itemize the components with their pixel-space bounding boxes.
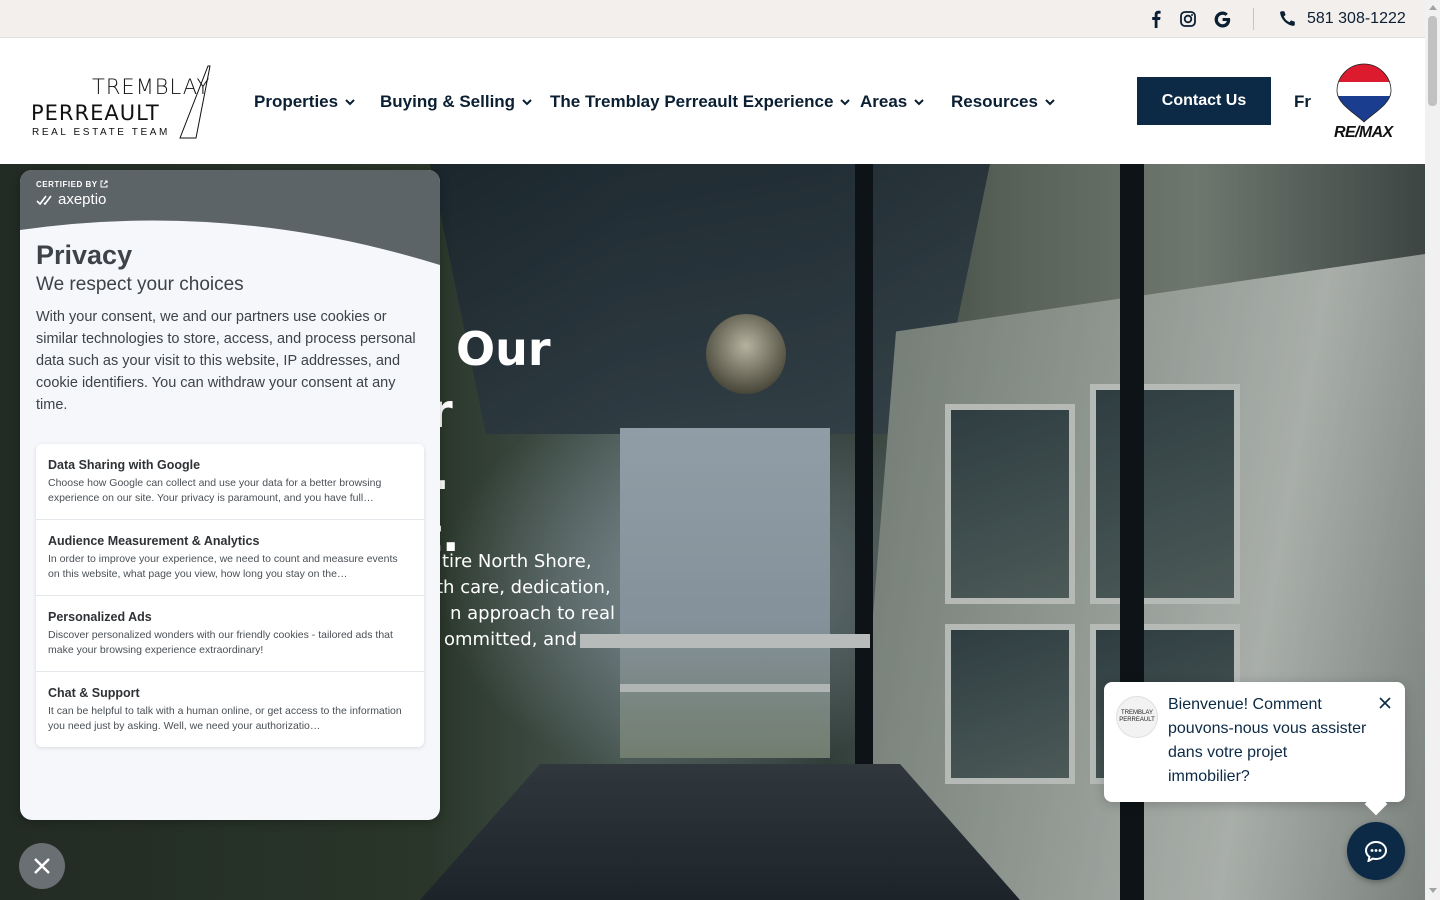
open-chat-button[interactable] [1347, 822, 1405, 880]
hero-description: tire North Shore, th care, dedication, n… [420, 549, 620, 653]
consent-choice-analytics[interactable]: Audience Measurement & Analytics In orde… [36, 520, 424, 596]
logo-line-2: PERREAULT [31, 101, 160, 125]
logo-line-3: REAL ESTATE TEAM [32, 127, 170, 138]
nav-resources[interactable]: Resources [951, 92, 1055, 112]
choice-title: Personalized Ads [48, 610, 152, 624]
hero-text-line: n approach to real [450, 603, 615, 624]
chevron-down-icon [840, 99, 851, 106]
avatar: TREMBLAY PERREAULT [1116, 696, 1158, 738]
phone-icon [1280, 11, 1295, 26]
privacy-description: With your consent, we and our partners u… [36, 309, 416, 413]
close-chat-bubble-icon[interactable] [1376, 694, 1394, 712]
scrollbar-thumb[interactable] [1428, 16, 1437, 106]
remax-logo[interactable]: RE/MAX [1332, 62, 1396, 142]
scroll-up-arrow[interactable] [1429, 5, 1437, 10]
choice-title: Data Sharing with Google [48, 458, 201, 472]
remax-balloon-icon [1336, 63, 1392, 123]
choice-title: Chat & Support [48, 686, 140, 700]
logo-line-1: TREMBLAY [92, 75, 211, 99]
hero-title-fragment: Our [456, 322, 551, 376]
instagram-icon[interactable] [1177, 9, 1199, 29]
chevron-down-icon [1045, 99, 1055, 106]
nav-label: Buying & Selling [380, 92, 516, 111]
consent-choices-list: Data Sharing with Google Choose how Goog… [36, 444, 424, 747]
language-toggle[interactable]: Fr [1294, 92, 1311, 112]
nav-label: Areas [860, 92, 908, 111]
choice-description: In order to improve your experience, we … [48, 553, 398, 580]
privacy-subtitle: We respect your choices [36, 274, 244, 295]
hero-text-line: ommitted, and [444, 629, 578, 650]
topbar-divider [1253, 8, 1254, 30]
phone-link[interactable]: 581 308-1222 [1307, 10, 1406, 28]
chat-greeting-message: Bienvenue! Comment pouvons-nous vous ass… [1168, 696, 1367, 785]
nav-buying-selling[interactable]: Buying & Selling [380, 92, 532, 112]
axeptio-logo: axeptio [36, 191, 106, 208]
choice-description: Discover personalized wonders with our f… [48, 629, 393, 656]
scroll-down-arrow[interactable] [1429, 888, 1437, 893]
nav-properties[interactable]: Properties [254, 92, 355, 112]
privacy-consent-panel: CERTIFIED BY axeptio Privacy We respect … [20, 170, 440, 820]
privacy-title: Privacy [36, 240, 133, 270]
nav-label: The Tremblay Perreault Experience [550, 92, 834, 111]
consent-choice-google[interactable]: Data Sharing with Google Choose how Goog… [36, 444, 424, 520]
chevron-down-icon [522, 99, 532, 106]
close-icon [34, 858, 50, 874]
hero-text-line: th care, dedication, [436, 577, 611, 598]
nav-label: Properties [254, 92, 339, 111]
chevron-down-icon [345, 99, 355, 106]
remax-wordmark: RE/MAX [1334, 124, 1393, 141]
choice-description: Choose how Google can collect and use yo… [48, 477, 382, 504]
external-link-icon [100, 180, 108, 188]
facebook-icon[interactable] [1145, 9, 1167, 29]
google-icon[interactable] [1211, 9, 1233, 29]
contact-us-button[interactable]: Contact Us [1137, 77, 1271, 125]
nav-label: Resources [951, 92, 1038, 111]
chevron-down-icon [914, 99, 924, 106]
nav-experience[interactable]: The Tremblay Perreault Experience [550, 92, 851, 112]
chat-greeting-bubble[interactable]: TREMBLAY PERREAULT Bienvenue! Comment po… [1104, 682, 1405, 816]
consent-choice-ads[interactable]: Personalized Ads Discover personalized w… [36, 596, 424, 672]
certified-by-label[interactable]: CERTIFIED BY [36, 180, 108, 189]
choice-title: Audience Measurement & Analytics [48, 534, 260, 548]
choice-description: It can be helpful to talk with a human o… [48, 705, 402, 732]
close-privacy-button[interactable] [19, 843, 65, 889]
hero-text-line: tire North Shore, [442, 551, 592, 572]
page-scrollbar[interactable] [1425, 0, 1440, 900]
site-header: TREMBLAY PERREAULT REAL ESTATE TEAM Prop… [0, 38, 1425, 164]
chat-icon [1364, 840, 1388, 862]
axeptio-check-icon [36, 195, 52, 205]
utility-bar: 581 308-1222 [0, 0, 1425, 38]
nav-areas[interactable]: Areas [860, 92, 924, 112]
consent-choice-chat[interactable]: Chat & Support It can be helpful to talk… [36, 672, 424, 748]
site-logo[interactable]: TREMBLAY PERREAULT REAL ESTATE TEAM [30, 64, 212, 140]
